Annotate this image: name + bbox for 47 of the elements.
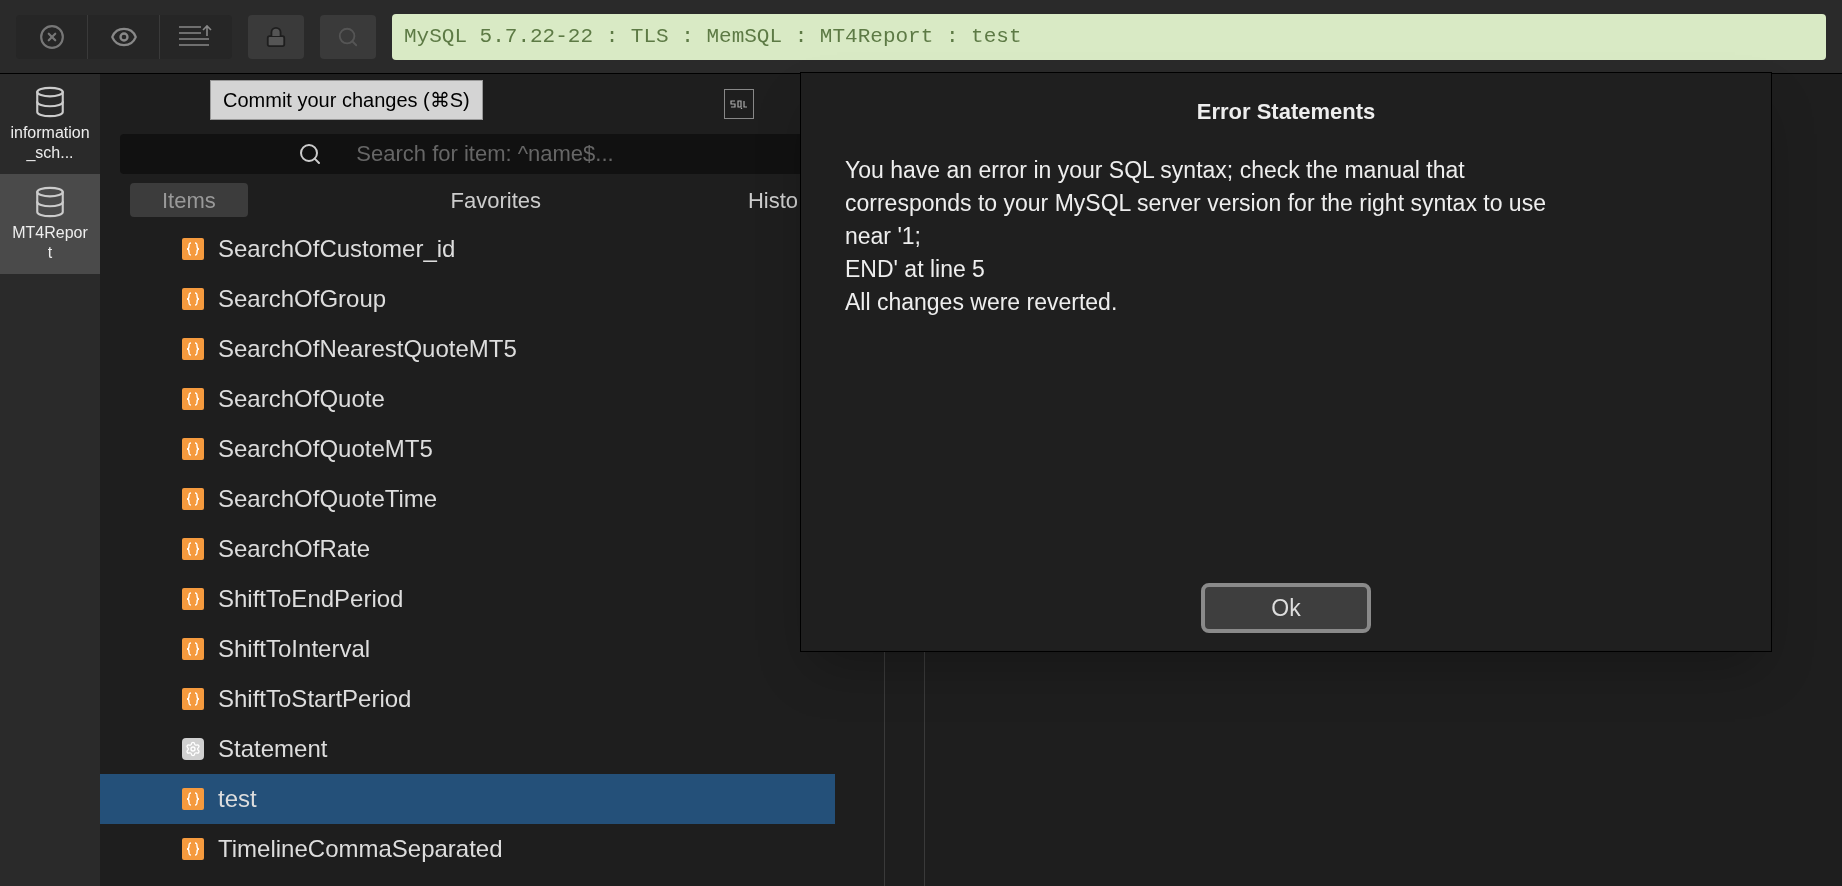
database-item[interactable]: MT4Report — [0, 174, 100, 274]
tab[interactable]: Histo — [743, 183, 802, 217]
gear-icon — [182, 738, 204, 760]
list-item[interactable]: Statement — [100, 724, 835, 774]
list-item[interactable]: ShiftToEndPeriod — [100, 574, 835, 624]
search-icon — [337, 25, 359, 48]
braces-icon — [182, 688, 204, 710]
braces-icon — [182, 538, 204, 560]
error-message: All changes were reverted. — [845, 288, 1119, 317]
braces-icon — [182, 338, 204, 360]
database-icon — [33, 185, 67, 219]
braces-icon — [182, 638, 204, 660]
tooltip: Commit your changes (⌘S) — [210, 80, 483, 120]
list-item[interactable]: SearchOfCustomer_id — [100, 224, 835, 274]
braces-icon — [182, 438, 204, 460]
braces-icon — [182, 488, 204, 510]
braces-icon — [182, 388, 204, 410]
list-item[interactable]: SearchOfGroup — [100, 274, 835, 324]
search-icon — [298, 142, 322, 166]
braces-icon — [182, 288, 204, 310]
list-item[interactable]: SearchOfQuoteMT5 — [100, 424, 835, 474]
connection-text: MySQL 5.7.22-22 : TLS : MemSQL : MT4Report : test — [404, 23, 1022, 50]
tab[interactable]: Items — [130, 183, 248, 217]
lock-icon — [265, 25, 287, 48]
search-button[interactable] — [320, 14, 376, 59]
braces-icon — [182, 238, 204, 260]
braces-icon — [182, 788, 204, 810]
tab[interactable]: Favorites — [446, 183, 546, 217]
list-item[interactable]: ShiftToStartPeriod — [100, 674, 835, 724]
error-message: END' at line 5 — [845, 255, 986, 284]
lock-button[interactable] — [248, 14, 304, 59]
close-icon — [38, 23, 65, 50]
list-item[interactable]: SearchOfRate — [100, 524, 835, 574]
database-icon — [33, 85, 67, 119]
error-message: You have an error in your SQL syntax; check the manual that corresponds to your MySQL server version for the right syntax to use near '1; — [845, 156, 1547, 251]
list-item[interactable]: ShiftToInterval — [100, 624, 835, 674]
braces-icon — [182, 588, 204, 610]
list-item[interactable]: SearchOfNearestQuoteMT5 — [100, 324, 835, 374]
ok-button[interactable]: Ok — [1201, 583, 1371, 633]
list-item[interactable]: test — [100, 774, 835, 824]
list-item[interactable]: SearchOfQuote — [100, 374, 835, 424]
list-item[interactable]: SearchOfQuoteTime — [100, 474, 835, 524]
dialog-title: Error Statements — [1195, 98, 1377, 126]
list-item[interactable]: TimelineCommaSeparated — [100, 824, 835, 874]
sql-icon[interactable] — [724, 89, 754, 119]
braces-icon — [182, 838, 204, 860]
database-item[interactable]: information_sch... — [0, 74, 100, 174]
